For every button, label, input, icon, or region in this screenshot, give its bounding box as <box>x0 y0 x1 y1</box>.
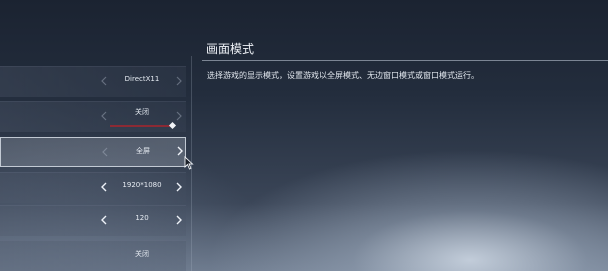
description-title: 画面模式 <box>206 42 255 56</box>
chevron-left-icon[interactable] <box>99 109 109 123</box>
description-text: 选择游戏的显示模式，设置游戏以全屏模式、无边窗口模式或窗口模式运行。 <box>207 71 479 80</box>
setting-row-framerate[interactable]: 120 <box>0 205 186 236</box>
slider-track[interactable] <box>110 125 174 127</box>
setting-value: 120 <box>135 214 149 222</box>
setting-row-display-mode[interactable]: 全屏 <box>0 137 186 167</box>
mouse-cursor-icon <box>184 156 194 170</box>
chevron-left-icon[interactable] <box>99 180 109 194</box>
setting-value: 关闭 <box>135 250 149 258</box>
setting-value: DirectX11 <box>124 75 160 83</box>
chevron-left-icon[interactable] <box>100 145 110 159</box>
chevron-right-icon[interactable] <box>174 109 184 123</box>
description-divider <box>202 60 608 61</box>
chevron-right-icon[interactable] <box>174 180 184 194</box>
chevron-right-icon[interactable] <box>174 213 184 227</box>
setting-row-resolution[interactable]: 1920*1080 <box>0 172 186 203</box>
chevron-left-icon[interactable] <box>99 74 109 88</box>
settings-list: DirectX11 关闭 全屏 1920*1080 120 关闭 <box>0 0 190 271</box>
setting-value: 1920*1080 <box>122 181 162 189</box>
chevron-right-icon[interactable] <box>174 74 184 88</box>
chevron-left-icon[interactable] <box>99 213 109 227</box>
setting-row-slider[interactable]: 关闭 <box>0 101 186 132</box>
setting-value: 全屏 <box>136 147 150 155</box>
setting-row-toggle[interactable]: 关闭 <box>0 240 186 271</box>
setting-value: 关闭 <box>135 108 149 116</box>
panel-divider <box>191 56 192 271</box>
setting-row-render-api[interactable]: DirectX11 <box>0 66 186 97</box>
slider-handle[interactable] <box>168 121 177 130</box>
